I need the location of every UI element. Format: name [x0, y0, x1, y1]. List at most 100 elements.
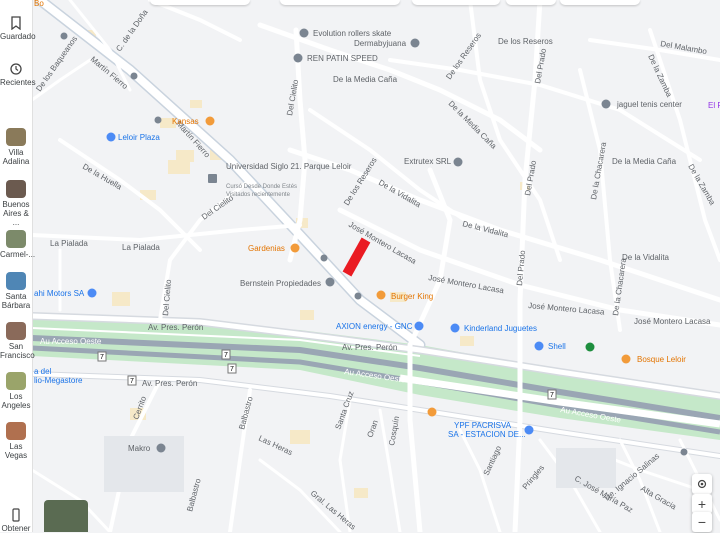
- street-label: Au Acceso Oeste: [40, 337, 102, 346]
- svg-text:Gardenias: Gardenias: [248, 244, 285, 253]
- svg-text:Kinderland Juguetes: Kinderland Juguetes: [464, 324, 537, 333]
- place-thumbnail: [6, 180, 26, 198]
- svg-text:Cursó Desde Donde Estés: Cursó Desde Donde Estés: [226, 184, 297, 190]
- gas-station-icon: [524, 425, 534, 435]
- locate-icon: [697, 479, 707, 489]
- street-label: José Montero Lacasa: [634, 317, 711, 326]
- svg-text:Visitados recientemente: Visitados recientemente: [226, 192, 291, 198]
- top-chip[interactable]: [506, 0, 556, 5]
- place-icon: [585, 342, 595, 352]
- recent-place-4[interactable]: San Francisco: [0, 322, 35, 360]
- route-shield: 7: [227, 363, 237, 374]
- svg-text:Extrutex SRL: Extrutex SRL: [404, 157, 452, 166]
- route-shield: 7: [127, 375, 137, 386]
- svg-text:AXION energy - GNC: AXION energy - GNC: [336, 322, 413, 331]
- top-chip[interactable]: [280, 0, 400, 5]
- recent-place-1[interactable]: Buenos Aires & ...: [0, 180, 32, 227]
- poi-bernstein[interactable]: Bernstein Propiedades: [240, 277, 335, 289]
- recent-place-label: Los Angeles: [1, 392, 31, 410]
- transit-icon: [154, 116, 162, 124]
- saved-label: Guardado: [0, 32, 36, 41]
- recent-place-0[interactable]: Villa Adalina: [0, 128, 32, 166]
- top-chip[interactable]: [560, 0, 640, 5]
- car-icon: [87, 288, 97, 298]
- svg-text:ahi Motors SA: ahi Motors SA: [34, 289, 85, 298]
- poi-axion[interactable]: AXION energy - GNC: [336, 321, 424, 332]
- poi-ren-patin[interactable]: REN PATIN SPEED: [293, 53, 379, 64]
- bookmark-icon: [11, 16, 21, 30]
- street-label: De la Vidalita: [622, 253, 670, 262]
- recent-place-label: Carmel-...: [0, 250, 36, 259]
- street-label: Av. Pres. Perón: [148, 323, 203, 332]
- svg-text:a del: a del: [34, 367, 52, 376]
- recents-label: Recientes: [0, 78, 36, 87]
- svg-text:El P: El P: [708, 101, 720, 110]
- top-chip[interactable]: [150, 0, 250, 5]
- gas-station-icon: [414, 321, 424, 331]
- svg-text:7: 7: [550, 392, 554, 399]
- svg-text:lio-Megastore: lio-Megastore: [34, 376, 83, 385]
- map-canvas[interactable]: Martín Fierro C. de la Doña De los Baque…: [32, 0, 720, 532]
- svg-text:Shell: Shell: [548, 342, 566, 351]
- street-label: Av. Pres. Perón: [142, 379, 197, 388]
- zoom-in-button[interactable]: +: [692, 494, 712, 514]
- svg-text:Leloir Plaza: Leloir Plaza: [118, 133, 160, 142]
- svg-text:Evolution rollers skate: Evolution rollers skate: [313, 29, 392, 38]
- transit-icon: [320, 254, 328, 262]
- zoom-out-button[interactable]: −: [692, 512, 712, 532]
- svg-text:YPF PACRISVA: YPF PACRISVA: [454, 421, 512, 430]
- svg-text:Bo: Bo: [34, 0, 44, 8]
- recent-place-label: San Francisco: [0, 342, 35, 360]
- place-icon: [325, 277, 335, 287]
- phone-icon: [12, 508, 20, 522]
- svg-text:Burger King: Burger King: [391, 292, 433, 301]
- place-icon: [293, 53, 303, 63]
- place-thumbnail: [6, 422, 26, 440]
- recent-place-label: Buenos Aires & ...: [2, 200, 30, 227]
- shopping-icon: [156, 443, 166, 453]
- recent-place-2[interactable]: Carmel-...: [0, 230, 36, 259]
- svg-text:7: 7: [100, 354, 104, 361]
- recent-place-6[interactable]: Las Vegas: [0, 422, 32, 460]
- route-shield: 7: [97, 351, 107, 362]
- transit-icon: [60, 32, 68, 40]
- recent-place-3[interactable]: Santa Bárbara: [0, 272, 32, 310]
- place-thumbnail: [6, 128, 26, 146]
- street-label: De los Reseros: [498, 37, 553, 46]
- svg-text:Makro: Makro: [128, 444, 151, 453]
- gas-station-icon: [534, 341, 544, 351]
- top-chip[interactable]: [412, 0, 500, 5]
- poi-kansas[interactable]: Kansas: [172, 116, 215, 127]
- route-shield: 7: [547, 389, 557, 400]
- poi-kinderland[interactable]: Kinderland Juguetes: [450, 323, 537, 334]
- saved-nav-item[interactable]: Guardado: [0, 16, 36, 41]
- shopping-icon: [106, 132, 116, 142]
- history-icon: [10, 63, 22, 75]
- recent-place-label: Santa Bárbara: [1, 292, 31, 310]
- place-icon: [410, 38, 420, 48]
- route-shield: 7: [221, 349, 231, 360]
- poi-makro[interactable]: Makro: [128, 443, 166, 454]
- place-icon: [601, 99, 611, 109]
- svg-text:SA - ESTACION DE...: SA - ESTACION DE...: [448, 430, 526, 439]
- svg-text:Bosque Leloir: Bosque Leloir: [637, 355, 686, 364]
- locate-button[interactable]: [692, 474, 712, 494]
- shopping-icon: [450, 323, 460, 333]
- place-thumbnail: [6, 372, 26, 390]
- restaurant-icon: [427, 407, 437, 417]
- transit-icon: [130, 72, 138, 80]
- street-label: La Pialada: [50, 239, 88, 248]
- recents-nav-item[interactable]: Recientes: [0, 62, 36, 87]
- layers-button[interactable]: [44, 500, 88, 532]
- recent-place-label: Las Vegas: [4, 442, 28, 460]
- get-app-item[interactable]: Obtener: [0, 508, 32, 533]
- recent-place-5[interactable]: Los Angeles: [0, 372, 32, 410]
- poi-evolution[interactable]: Evolution rollers skate: [299, 28, 392, 39]
- svg-text:Dermabyjuana: Dermabyjuana: [354, 39, 407, 48]
- svg-text:7: 7: [230, 366, 234, 373]
- svg-text:REN PATIN SPEED: REN PATIN SPEED: [307, 54, 378, 63]
- school-icon: [208, 174, 217, 183]
- svg-text:7: 7: [130, 378, 134, 385]
- place-icon: [299, 28, 309, 38]
- place-icon: [680, 448, 688, 456]
